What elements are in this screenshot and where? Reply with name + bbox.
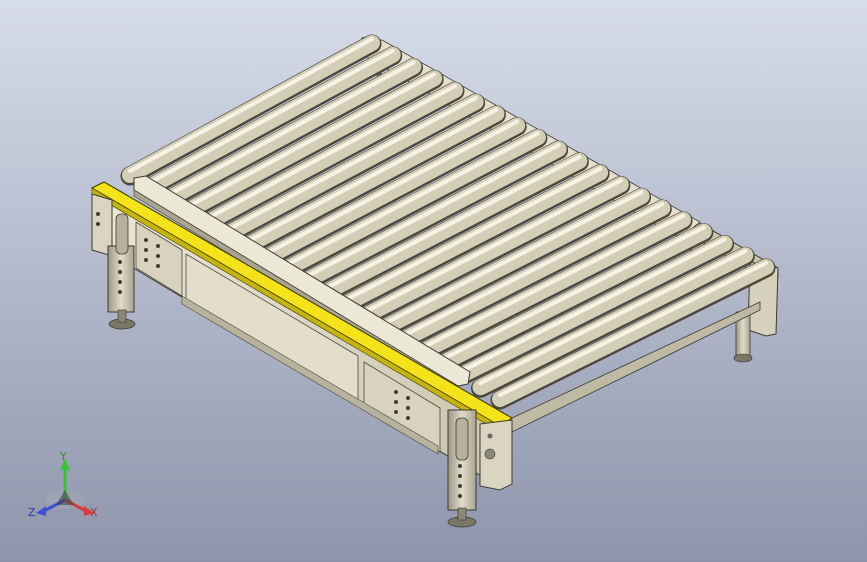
mounting-hole <box>156 244 160 248</box>
right-end-plate <box>479 419 513 491</box>
z-axis-label: Z <box>28 506 36 519</box>
mounting-hole <box>96 222 100 226</box>
mounting-hole <box>458 474 462 478</box>
mounting-hole <box>118 280 122 284</box>
graphics-viewport[interactable]: Y Z X <box>0 0 867 562</box>
mounting-hole <box>118 260 122 264</box>
mounting-hole <box>458 484 462 488</box>
mounting-hole <box>156 264 160 268</box>
mounting-hole <box>144 248 148 252</box>
mounting-hole <box>406 396 410 400</box>
mounting-hole <box>96 212 100 216</box>
y-axis-label: Y <box>59 450 67 463</box>
mounting-hole <box>458 464 462 468</box>
mounting-hole <box>406 406 410 410</box>
mounting-hole <box>394 390 398 394</box>
mounting-hole <box>156 254 160 258</box>
x-axis-label: X <box>90 506 98 519</box>
mounting-hole <box>394 400 398 404</box>
mounting-hole <box>394 410 398 414</box>
conveyor-model-view[interactable]: Y Z X <box>0 0 867 562</box>
mounting-hole <box>144 238 148 242</box>
mounting-hole <box>144 258 148 262</box>
mounting-hole <box>458 494 462 498</box>
mounting-hole <box>118 270 122 274</box>
mounting-hole <box>118 290 122 294</box>
mounting-hole <box>406 416 410 420</box>
